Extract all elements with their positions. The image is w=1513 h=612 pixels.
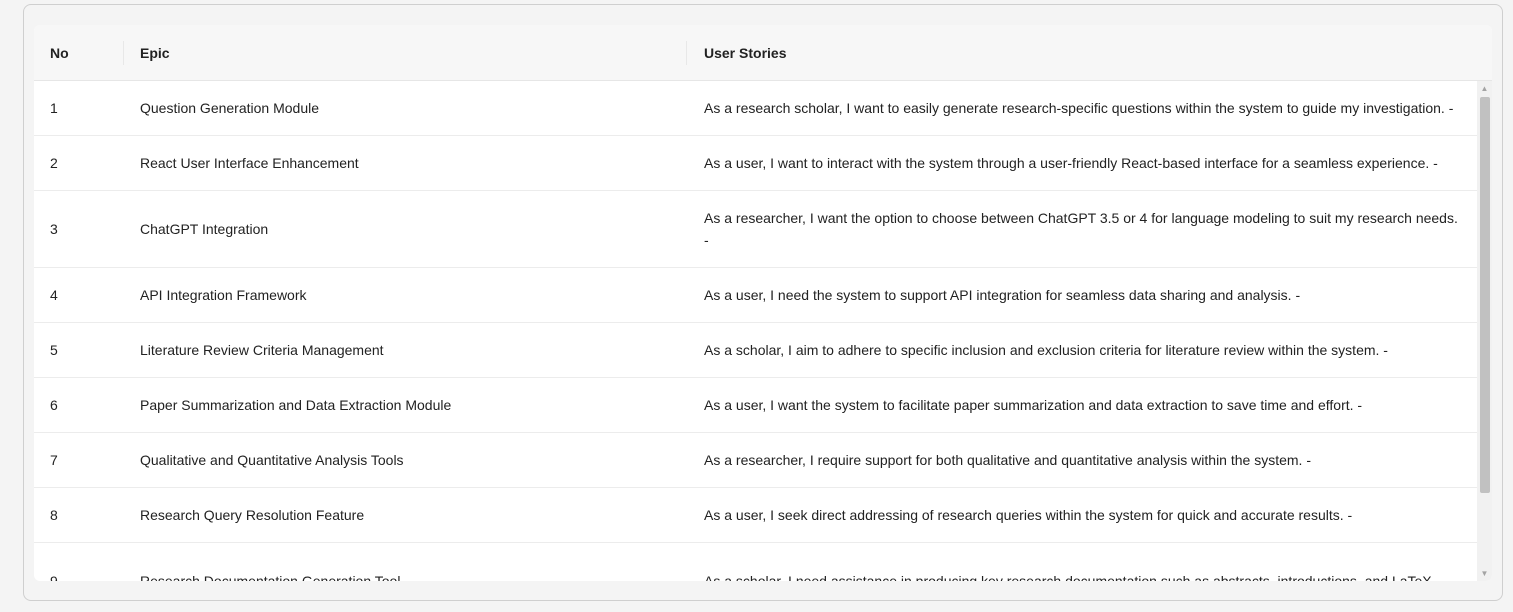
table-body[interactable]: 1 Question Generation Module As a resear… (34, 81, 1477, 581)
cell-epic: API Integration Framework (140, 287, 307, 303)
column-separator (123, 41, 124, 65)
header-epic: Epic (140, 45, 170, 61)
cell-no: 9 (50, 573, 58, 581)
cell-no: 2 (50, 155, 58, 171)
cell-epic: Question Generation Module (140, 100, 319, 116)
cell-epic: Research Documentation Generation Tool (140, 573, 401, 581)
cell-user-story: As a user, I want the system to facilita… (704, 397, 1363, 413)
cell-user-story: As a researcher, I require support for b… (704, 452, 1311, 468)
table-row: 1 Question Generation Module As a resear… (34, 81, 1477, 136)
table-row: 6 Paper Summarization and Data Extractio… (34, 378, 1477, 433)
cell-epic: Research Query Resolution Feature (140, 507, 365, 523)
header-user-stories: User Stories (704, 45, 787, 61)
cell-no: 4 (50, 287, 58, 303)
cell-epic: Paper Summarization and Data Extraction … (140, 397, 452, 413)
cell-user-story: As a user, I need the system to support … (704, 287, 1301, 303)
cell-user-story: As a research scholar, I want to easily … (704, 100, 1454, 116)
cell-no: 1 (50, 100, 58, 116)
cell-no: 6 (50, 397, 58, 413)
cell-no: 8 (50, 507, 58, 523)
cell-epic: Literature Review Criteria Management (140, 342, 384, 358)
table-row: 7 Qualitative and Quantitative Analysis … (34, 433, 1477, 488)
vertical-scrollbar[interactable]: ▲ ▼ (1477, 81, 1492, 581)
cell-user-story: As a user, I want to interact with the s… (704, 155, 1438, 171)
table-row: 8 Research Query Resolution Feature As a… (34, 488, 1477, 543)
cell-epic: React User Interface Enhancement (140, 155, 359, 171)
cell-user-story: As a scholar, I need assistance in produ… (704, 573, 1432, 581)
table-row: 3 ChatGPT Integration As a researcher, I… (34, 191, 1477, 268)
table-panel: No Epic User Stories 1 Question Generati… (23, 4, 1503, 601)
table-row: 4 API Integration Framework As a user, I… (34, 268, 1477, 323)
header-no: No (50, 45, 69, 61)
cell-epic: ChatGPT Integration (140, 221, 269, 237)
table-header: No Epic User Stories (34, 25, 1492, 81)
scrollbar-thumb[interactable] (1480, 97, 1490, 493)
user-stories-table: No Epic User Stories 1 Question Generati… (34, 25, 1492, 581)
table-row: 2 React User Interface Enhancement As a … (34, 136, 1477, 191)
cell-epic: Qualitative and Quantitative Analysis To… (140, 452, 404, 468)
table-row: 5 Literature Review Criteria Management … (34, 323, 1477, 378)
table-row: 9 Research Documentation Generation Tool… (34, 543, 1477, 581)
cell-no: 7 (50, 452, 58, 468)
cell-user-story: As a scholar, I aim to adhere to specifi… (704, 342, 1388, 358)
cell-no: 5 (50, 342, 58, 358)
cell-no: 3 (50, 221, 58, 237)
cell-user-story: As a user, I seek direct addressing of r… (704, 507, 1353, 523)
scroll-up-arrow-icon[interactable]: ▲ (1477, 81, 1492, 96)
cell-user-story: As a researcher, I want the option to ch… (704, 210, 1458, 248)
scroll-down-arrow-icon[interactable]: ▼ (1477, 566, 1492, 581)
column-separator (686, 41, 687, 65)
